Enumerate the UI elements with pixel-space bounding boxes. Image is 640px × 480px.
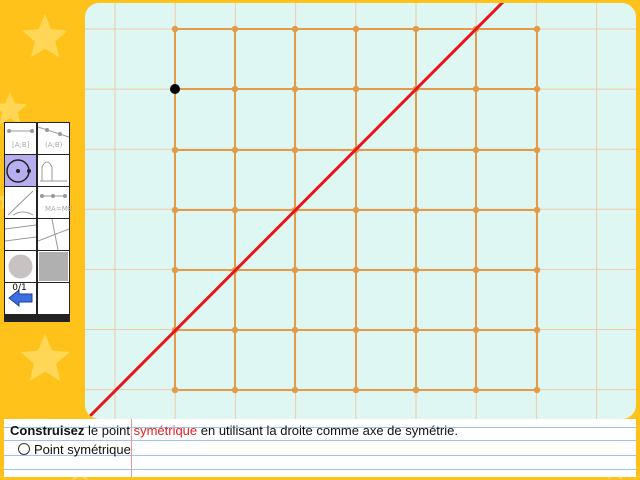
lattice-point[interactable] bbox=[352, 326, 360, 334]
task-item: Point symétrique bbox=[18, 442, 131, 457]
instruction-text: Construisez le point symétrique en utili… bbox=[10, 423, 458, 438]
lattice-point[interactable] bbox=[472, 206, 480, 214]
lattice-point[interactable] bbox=[533, 326, 541, 334]
lattice-point[interactable] bbox=[171, 266, 179, 274]
task-status-circle-icon bbox=[18, 443, 30, 455]
lattice-point[interactable] bbox=[171, 206, 179, 214]
lattice-point[interactable] bbox=[412, 25, 420, 33]
lattice-point[interactable] bbox=[533, 386, 541, 394]
instruction-panel: Construisez le point symétrique en utili… bbox=[4, 419, 636, 477]
lattice-point[interactable] bbox=[412, 206, 420, 214]
lattice-point[interactable] bbox=[171, 146, 179, 154]
lattice-point[interactable] bbox=[291, 146, 299, 154]
instruction-part1: le point bbox=[84, 423, 134, 438]
lattice-point[interactable] bbox=[352, 25, 360, 33]
tool-label: [A;B] bbox=[12, 141, 30, 149]
lattice-point[interactable] bbox=[472, 386, 480, 394]
lattice-point[interactable] bbox=[231, 386, 239, 394]
lattice-point[interactable] bbox=[472, 85, 480, 93]
lattice-point[interactable] bbox=[291, 266, 299, 274]
lattice-point[interactable] bbox=[533, 206, 541, 214]
lattice-point[interactable] bbox=[412, 326, 420, 334]
task-label: Point symétrique bbox=[34, 442, 131, 457]
lattice-point[interactable] bbox=[291, 386, 299, 394]
lattice-point[interactable] bbox=[231, 326, 239, 334]
lattice-point[interactable] bbox=[231, 25, 239, 33]
instruction-keyword: symétrique bbox=[133, 423, 198, 438]
lattice-point[interactable] bbox=[533, 266, 541, 274]
lattice-point[interactable] bbox=[412, 266, 420, 274]
gray-square-icon[interactable] bbox=[38, 251, 69, 282]
instruction-part2: en utilisant la droite comme axe de symé… bbox=[197, 423, 458, 438]
point-tool-icon[interactable] bbox=[5, 155, 36, 186]
tool-label: (A;B) bbox=[45, 141, 63, 149]
progress-counter: 0/1 bbox=[12, 283, 27, 293]
lattice-point[interactable] bbox=[291, 326, 299, 334]
compass-tool-icon[interactable] bbox=[5, 187, 36, 218]
star-shape bbox=[0, 92, 28, 125]
instruction-bold: Construisez bbox=[10, 423, 85, 438]
lattice-point[interactable] bbox=[352, 206, 360, 214]
lattice-point[interactable] bbox=[412, 146, 420, 154]
star-shape bbox=[22, 14, 68, 58]
lattice-point[interactable] bbox=[352, 266, 360, 274]
lattice-point[interactable] bbox=[472, 266, 480, 274]
segment-tool-icon[interactable]: [A;B] bbox=[5, 123, 36, 154]
lattice-point[interactable] bbox=[472, 146, 480, 154]
lattice-point[interactable] bbox=[472, 326, 480, 334]
lattice-point[interactable] bbox=[533, 25, 541, 33]
empty-tool[interactable] bbox=[38, 283, 69, 314]
lattice-point[interactable] bbox=[352, 85, 360, 93]
equal-length-tool-icon[interactable]: MA=MB bbox=[38, 187, 73, 218]
given-point[interactable] bbox=[170, 84, 180, 94]
lattice-point[interactable] bbox=[412, 386, 420, 394]
lattice-point[interactable] bbox=[352, 386, 360, 394]
geometry-canvas[interactable] bbox=[85, 3, 636, 419]
parallel-tool-icon[interactable] bbox=[5, 219, 36, 250]
lattice-point[interactable] bbox=[231, 85, 239, 93]
tool-label: MA=MB bbox=[45, 205, 73, 213]
star-shape bbox=[20, 334, 70, 381]
lattice-point[interactable] bbox=[533, 146, 541, 154]
line-tool-icon[interactable]: (A;B) bbox=[38, 123, 69, 154]
gray-circle-icon[interactable] bbox=[5, 251, 36, 282]
lattice-point[interactable] bbox=[231, 146, 239, 154]
lattice-point[interactable] bbox=[171, 386, 179, 394]
lattice-point[interactable] bbox=[171, 25, 179, 33]
lattice-point[interactable] bbox=[291, 25, 299, 33]
lattice-point[interactable] bbox=[291, 85, 299, 93]
perpendicular-tool-icon[interactable] bbox=[38, 219, 69, 250]
lattice-point[interactable] bbox=[533, 85, 541, 93]
draw-tool-icon[interactable] bbox=[38, 155, 69, 186]
lattice-point[interactable] bbox=[231, 206, 239, 214]
